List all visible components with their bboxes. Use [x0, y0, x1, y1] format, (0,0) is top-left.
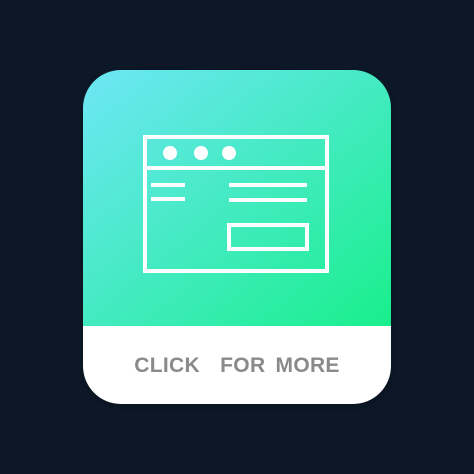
click-for-more-label[interactable]: CLICK FOR MORE	[83, 354, 391, 378]
window-dot-icon	[194, 146, 208, 160]
app-button[interactable]: CLICK FOR MORE	[83, 70, 391, 404]
window-dot-icon	[222, 146, 236, 160]
browser-window-icon	[143, 135, 329, 273]
button-box-shape	[227, 223, 309, 251]
window-dot-icon	[163, 146, 177, 160]
page-background: CLICK FOR MORE	[0, 0, 474, 474]
